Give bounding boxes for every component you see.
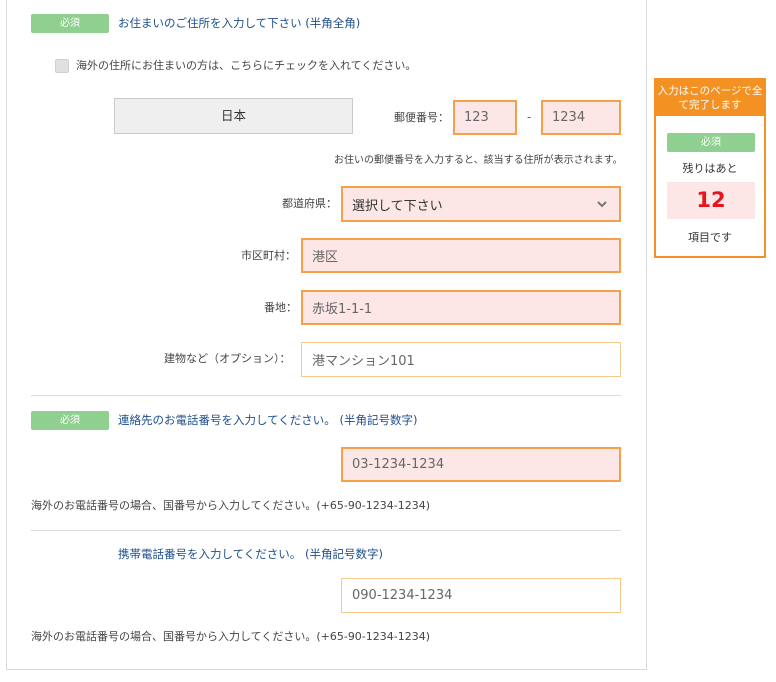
street-label: 番地： xyxy=(264,301,297,314)
chevron-down-icon xyxy=(597,199,607,209)
street-value: 赤坂1-1-1 xyxy=(312,302,373,317)
building-input[interactable]: 港マンション101 xyxy=(301,342,621,377)
prefecture-selected-value: 選択して下さい xyxy=(352,198,443,214)
building-value: 港マンション101 xyxy=(312,354,415,369)
phone-input[interactable]: 03-1234-1234 xyxy=(341,447,621,482)
progress-sidebar-header: 入力はこのページで全て完了します xyxy=(656,80,764,116)
remaining-suffix: 項目です xyxy=(688,231,732,244)
country-display: 日本 xyxy=(114,98,353,134)
mobile-value: 090-1234-1234 xyxy=(352,588,453,603)
mobile-input[interactable]: 090-1234-1234 xyxy=(341,578,621,613)
section-divider xyxy=(31,530,621,531)
section-divider xyxy=(31,395,621,396)
city-input[interactable]: 港区 xyxy=(301,238,621,273)
postal-code-separator: - xyxy=(527,110,532,124)
postal-code-second-input[interactable]: 1234 xyxy=(541,100,621,135)
phone-required-badge: 必須 xyxy=(31,411,109,430)
postal-code-label: 郵便番号： xyxy=(394,111,449,124)
address-required-badge: 必須 xyxy=(31,14,109,33)
city-label: 市区町村： xyxy=(241,249,296,262)
remaining-count: 12 xyxy=(667,182,755,219)
phone-note: 海外のお電話番号の場合、国番号から入力してください。(+65-90-1234-1… xyxy=(31,499,431,512)
overseas-address-checkbox[interactable] xyxy=(55,59,69,73)
city-value: 港区 xyxy=(312,250,339,265)
prefecture-label: 都道府県： xyxy=(282,197,337,210)
phone-value: 03-1234-1234 xyxy=(352,457,445,472)
postal-code-second-value: 1234 xyxy=(552,110,586,125)
overseas-address-checkbox-label[interactable]: 海外の住所にお住まいの方は、こちらにチェックを入れてください。 xyxy=(76,58,416,74)
prefecture-select[interactable]: 選択して下さい xyxy=(341,186,621,222)
phone-section-title: 連絡先のお電話番号を入力してください。 (半角記号数字) xyxy=(118,413,418,427)
street-input[interactable]: 赤坂1-1-1 xyxy=(301,290,621,325)
postal-code-first-value: 123 xyxy=(464,110,489,125)
mobile-section-title: 携帯電話番号を入力してください。 (半角記号数字) xyxy=(118,547,383,561)
postal-code-hint: お住いの郵便番号を入力すると、該当する住所が表示されます。 xyxy=(334,155,623,166)
remaining-prefix: 残りはあと xyxy=(682,162,738,175)
progress-sidebar: 入力はこのページで全て完了します 必須 残りはあと 12 項目です xyxy=(654,78,766,258)
building-label: 建物など（オプション）： xyxy=(164,352,291,365)
mobile-note: 海外のお電話番号の場合、国番号から入力してください。(+65-90-1234-1… xyxy=(31,630,431,643)
address-section-title: お住まいのご住所を入力して下さい (半角全角) xyxy=(118,16,361,30)
postal-code-first-input[interactable]: 123 xyxy=(453,100,517,135)
progress-required-badge: 必須 xyxy=(667,133,755,152)
